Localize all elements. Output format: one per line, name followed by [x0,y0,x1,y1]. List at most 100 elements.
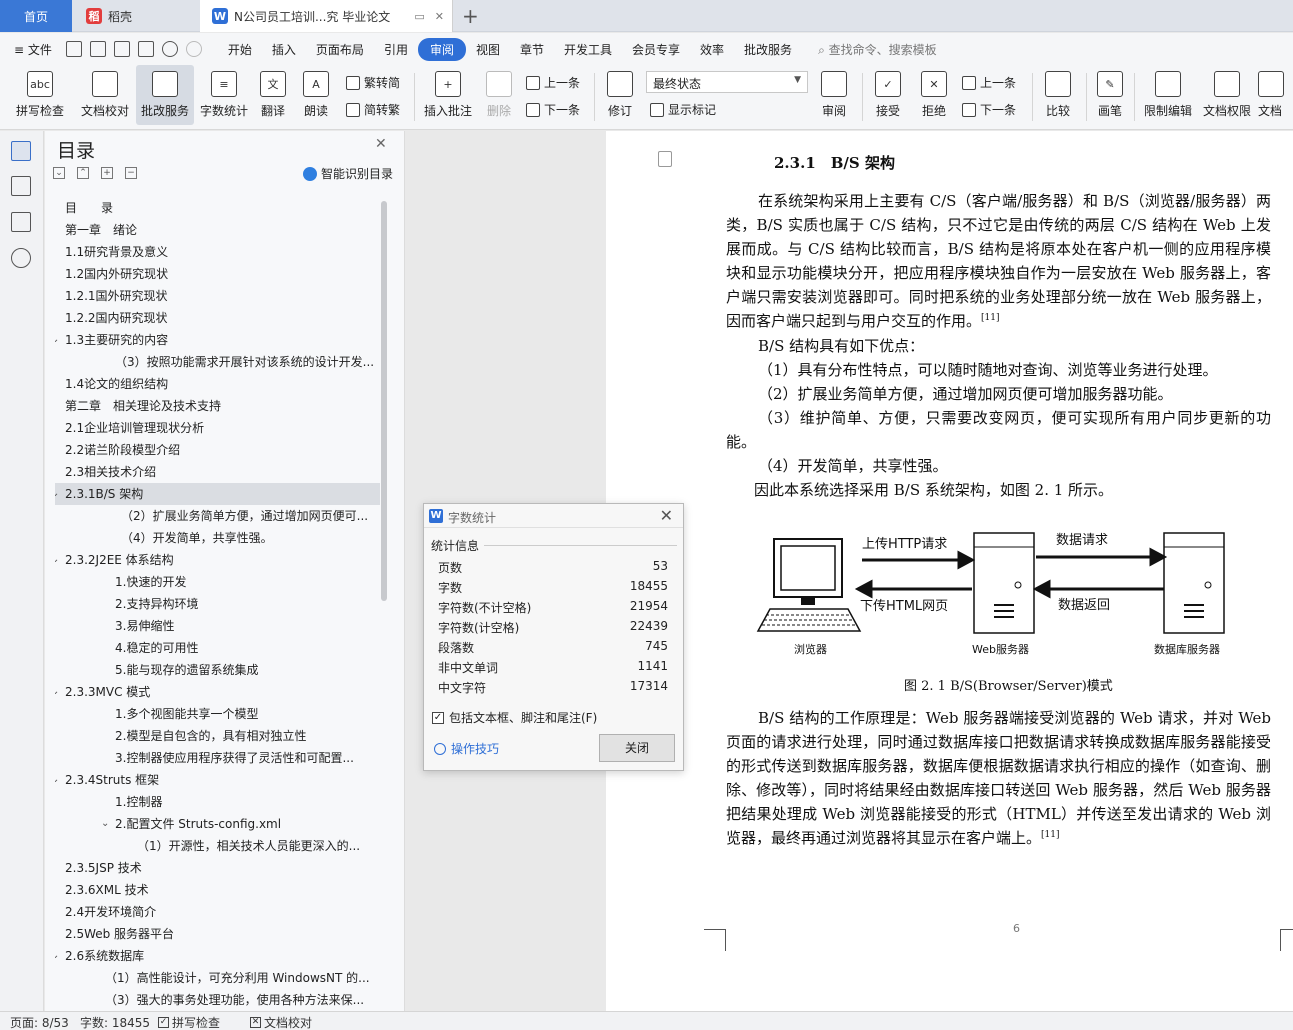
toc-item[interactable]: ⌄ 1.3主要研究的内容 [55,329,380,351]
toc-item[interactable]: （3）按照功能需求开展针对该系统的设计开发... [55,351,380,373]
next-change-button[interactable]: 下一条 [962,101,1016,118]
toc-scrollbar[interactable] [381,201,387,601]
toc-item[interactable]: ⌄ 2.3.1B/S 架构 [55,483,380,505]
remove-heading-icon[interactable]: − [125,167,137,179]
restrict-edit-button[interactable]: 限制编辑 [1140,65,1196,125]
toc-item[interactable]: 1.1研究背景及意义 [55,241,380,263]
redo-icon[interactable] [185,41,202,57]
prev-change-button[interactable]: 上一条 [962,74,1016,91]
toc-item[interactable]: 4.稳定的可用性 [55,637,380,659]
menu-reference[interactable]: 引用 [374,37,418,62]
tab-document[interactable]: W N公司员工培训...究 毕业论文 ▭ ✕ [200,0,453,32]
chevron-down-icon[interactable]: ⌄ [55,329,59,351]
chevron-down-icon[interactable]: ⌄ [55,945,59,967]
tab-home[interactable]: 首页 [0,0,72,32]
tips-link[interactable]: 操作技巧 [434,740,499,757]
track-changes-button[interactable]: 修订 [600,65,640,125]
menu-review[interactable]: 审阅 [417,37,466,61]
accept-button[interactable]: ✓ 接受 [868,65,908,125]
toc-item[interactable]: 2.2诺兰阶段模型介绍 [55,439,380,461]
print-icon[interactable] [113,41,130,57]
doc-more-button[interactable]: 文档 [1258,65,1292,125]
toc-item[interactable]: 1.多个视图能共享一个模型 [55,703,380,725]
review-pane-button[interactable]: 审阅 [814,65,854,125]
compare-button[interactable]: 比较 [1038,65,1078,125]
menu-developer[interactable]: 开发工具 [554,37,622,62]
word-count-button[interactable]: ≡ 字数统计 [196,65,252,125]
toc-item[interactable]: 1.快速的开发 [55,571,380,593]
toc-item[interactable]: 3.易伸缩性 [55,615,380,637]
toc-icon[interactable] [11,141,31,161]
prev-comment-button[interactable]: 上一条 [526,74,580,91]
chevron-down-icon[interactable]: ⌄ [55,549,59,571]
next-comment-button[interactable]: 下一条 [526,101,580,118]
command-search[interactable]: ⌕ 查找命令、搜索模板 [818,41,937,58]
doc-menu-icon[interactable] [658,151,672,167]
chevron-down-icon[interactable]: ⌄ [55,681,59,703]
tab-docer[interactable]: 稻 稻壳 [74,0,198,32]
toc-item[interactable]: 1.控制器 [55,791,380,813]
markup-state-select[interactable]: 最终状态 ▼ [646,71,808,93]
toc-item[interactable]: （2）扩展业务简单方便，通过增加网页便可... [55,505,380,527]
menu-chapter[interactable]: 章节 [510,37,554,62]
tab-close-icon[interactable]: ✕ [435,10,444,23]
insert-comment-button[interactable]: + 插入批注 [420,65,476,125]
delete-comment-button[interactable]: 删除 [480,65,518,125]
toc-item[interactable]: ⌄ 2.6系统数据库 [55,945,380,967]
toc-item[interactable]: 1.2.2国内研究现状 [55,307,380,329]
trad-to-simp-button[interactable]: 繁转简 [346,74,400,91]
translate-button[interactable]: 文翻译 [254,65,292,125]
expand-up-icon[interactable]: ⌃ [77,167,89,179]
toc-item[interactable]: 目 录 [55,197,380,219]
toc-item[interactable]: 2.1企业培训管理现状分析 [55,417,380,439]
toc-item[interactable]: ⌄ 2.3.4Struts 框架 [55,769,380,791]
close-icon[interactable]: ✕ [375,136,387,152]
toc-item[interactable]: ⌄ 2.3.3MVC 模式 [55,681,380,703]
toc-item[interactable]: 1.4论文的组织结构 [55,373,380,395]
menu-layout[interactable]: 页面布局 [306,37,374,62]
page-indicator[interactable]: 页面: 8/53 [10,1014,69,1030]
chevron-down-icon[interactable]: ⌄ [55,769,59,791]
toc-item[interactable]: 2.3.6XML 技术 [55,879,380,901]
toc-item[interactable]: 2.4开发环境简介 [55,901,380,923]
tab-float-icon[interactable]: ▭ [414,10,424,23]
menu-efficiency[interactable]: 效率 [690,37,734,62]
proof-status[interactable]: ✕ 文档校对 [250,1014,312,1030]
new-tab-button[interactable]: + [462,4,479,28]
toc-item[interactable]: 1.2国内外研究现状 [55,263,380,285]
reject-button[interactable]: ✕ 拒绝 [914,65,954,125]
menu-view[interactable]: 视图 [466,37,510,62]
toc-item[interactable]: 2.3.5JSP 技术 [55,857,380,879]
menu-start[interactable]: 开始 [218,37,262,62]
toc-item[interactable]: （4）开发简单，共享性强。 [55,527,380,549]
search-icon[interactable] [11,248,31,268]
toc-item[interactable]: 2.3相关技术介绍 [55,461,380,483]
save-icon[interactable] [65,41,82,57]
doc-permission-button[interactable]: 文档权限 [1200,65,1254,125]
file-menu[interactable]: ≡ 文件 [0,37,62,62]
toc-item[interactable]: 第二章 相关理论及技术支持 [55,395,380,417]
word-count-indicator[interactable]: 字数: 18455 [80,1014,150,1030]
chevron-down-icon[interactable]: ⌄ [55,483,59,505]
toc-item[interactable]: 第一章 绪论 [55,219,380,241]
toc-item[interactable]: ⌄ 2.3.2J2EE 体系结构 [55,549,380,571]
add-heading-icon[interactable]: + [101,167,113,179]
print-preview-icon[interactable] [137,41,154,57]
menu-insert[interactable]: 插入 [262,37,306,62]
doc-proof-button[interactable]: 文档校对 [76,65,134,125]
toc-item[interactable]: （3）强大的事务处理功能，使用各种方法来保... [55,989,380,1009]
review-service-button[interactable]: 批改服务 [136,65,194,125]
close-icon[interactable]: ✕ [660,506,673,525]
menu-review-service[interactable]: 批改服务 [734,37,802,62]
toc-item[interactable]: （1）开源性，相关技术人员能更深入的... [55,835,380,857]
toc-item[interactable]: 2.支持异构环境 [55,593,380,615]
toc-item[interactable]: ⌄ 2.配置文件 Struts-config.xml [55,813,380,835]
pen-button[interactable]: ✎ 画笔 [1092,65,1128,125]
toc-item[interactable]: 1.2.1国外研究现状 [55,285,380,307]
include-notes-checkbox[interactable]: ✓ 包括文本框、脚注和尾注(F) [432,709,597,726]
read-aloud-button[interactable]: A 朗读 [296,65,336,125]
undo-icon[interactable] [161,41,178,57]
toc-item[interactable]: 3.控制器使应用程序获得了灵活性和可配置... [55,747,380,769]
simp-to-trad-button[interactable]: 简转繁 [346,101,400,118]
show-marks-button[interactable]: 显示标记 [650,101,716,118]
